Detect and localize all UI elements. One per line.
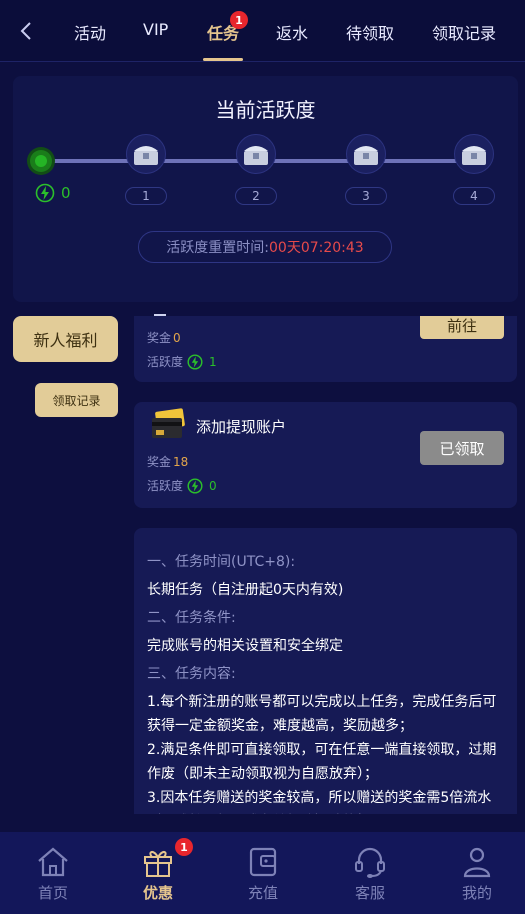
bottom-nav: 首页 优惠 1 充值 客服 我的 [0, 832, 525, 914]
back-arrow-icon[interactable] [14, 18, 40, 44]
bonus-label: 奖金 [147, 331, 172, 345]
reset-label: 活跃度重置时间: [166, 240, 269, 256]
chest-icon[interactable] [454, 134, 494, 174]
claimed-button[interactable]: 已领取 [420, 431, 504, 465]
milestone-label: 3 [345, 187, 387, 205]
bonus-value: 18 [173, 454, 189, 469]
milestone-label: 4 [453, 187, 495, 205]
rule-body: 长期任务（自注册起0天内有效) [147, 582, 344, 598]
activity-title: 当前活跃度 [215, 98, 316, 122]
nav-home[interactable]: 首页 [13, 832, 93, 914]
rule-heading: 二、任务条件: [147, 610, 236, 626]
tab-vip[interactable]: VIP [143, 20, 168, 39]
tasks-badge: 1 [230, 11, 248, 29]
activity-label: 活跃度 [147, 355, 184, 369]
chest-icon[interactable] [126, 134, 166, 174]
user-icon [463, 847, 491, 877]
chest-icon[interactable] [346, 134, 386, 174]
tab-rebate[interactable]: 返水 [276, 20, 308, 44]
activity-value: 0 [209, 478, 217, 493]
newbie-bonus-button[interactable]: 新人福利 [13, 316, 118, 362]
current-activity: 0 [35, 183, 71, 203]
bonus-line: 奖金 18 [147, 453, 188, 470]
nav-support-label: 客服 [354, 883, 385, 902]
nav-home-label: 首页 [37, 883, 68, 902]
bonus-line: 奖金 0 [147, 329, 181, 346]
top-nav: 活动 VIP 任务 1 返水 待领取 领取记录 [0, 0, 525, 62]
go-button[interactable]: 前往 [420, 312, 504, 339]
promotions-badge: 1 [175, 838, 193, 856]
tab-claim-history[interactable]: 领取记录 [432, 20, 496, 44]
activity-progress-dot [30, 150, 52, 172]
headset-icon [355, 847, 385, 878]
activity-panel: 当前活跃度 1 2 3 4 0 活跃度重置时间: 00天07:20:43 [13, 76, 518, 302]
gift-icon [144, 850, 172, 877]
wallet-icon [249, 847, 277, 876]
tab-activity[interactable]: 活动 [74, 20, 106, 44]
nav-promotions-label: 优惠 [142, 883, 173, 902]
lightning-icon [187, 477, 203, 494]
nav-profile[interactable]: 我的 [437, 832, 517, 914]
activity-label: 活跃度 [147, 479, 184, 493]
bank-card-icon [152, 408, 185, 438]
rule-text: 3.因本任务赠送的奖金较高，所以赠送的奖金需5倍流水（即稽核、打码或有效投注）才… [147, 790, 492, 806]
rule-text: 2.满足条件即可直接领取，可在任意一端直接领取，过期作废（即未主动领取视为自愿放… [147, 742, 497, 782]
reset-time: 00天07:20:43 [269, 240, 364, 256]
bonus-label: 奖金 [147, 455, 172, 469]
nav-support[interactable]: 客服 [330, 832, 410, 914]
task-rules: 一、任务时间(UTC+8): 长期任务（自注册起0天内有效) 二、任务条件: 完… [134, 528, 517, 814]
card-icon-edge [154, 314, 166, 316]
lightning-icon [187, 353, 203, 370]
task-title: 添加提现账户 [196, 418, 287, 436]
rule-body: 完成账号的相关设置和安全绑定 [147, 638, 343, 654]
lightning-icon [35, 183, 55, 203]
rule-heading: 一、任务时间(UTC+8): [147, 554, 296, 570]
rule-heading: 三、任务内容: [147, 666, 236, 682]
tab-pending[interactable]: 待领取 [346, 20, 394, 44]
task-card: 添加提现账户 已领取 奖金 18 活跃度 0 [134, 402, 517, 508]
milestone-label: 1 [125, 187, 167, 205]
activity-value: 1 [209, 354, 217, 369]
claim-history-button[interactable]: 领取记录 [35, 383, 118, 417]
nav-deposit-label: 充值 [247, 883, 278, 902]
activity-line: 活跃度 1 [147, 353, 217, 370]
home-icon [38, 847, 68, 876]
bonus-value: 0 [173, 330, 181, 345]
nav-profile-label: 我的 [461, 883, 492, 902]
activity-line: 活跃度 0 [147, 477, 217, 494]
rule-text: 1.每个新注册的账号都可以完成以上任务，完成任务后可获得一定金额奖金，难度越高，… [147, 694, 497, 734]
nav-deposit[interactable]: 充值 [223, 832, 303, 914]
milestone-label: 2 [235, 187, 277, 205]
chest-icon[interactable] [236, 134, 276, 174]
scroll-mask [134, 302, 517, 316]
current-activity-value: 0 [61, 184, 71, 202]
active-tab-underline [203, 58, 243, 61]
reset-timer: 活跃度重置时间: 00天07:20:43 [138, 231, 392, 263]
